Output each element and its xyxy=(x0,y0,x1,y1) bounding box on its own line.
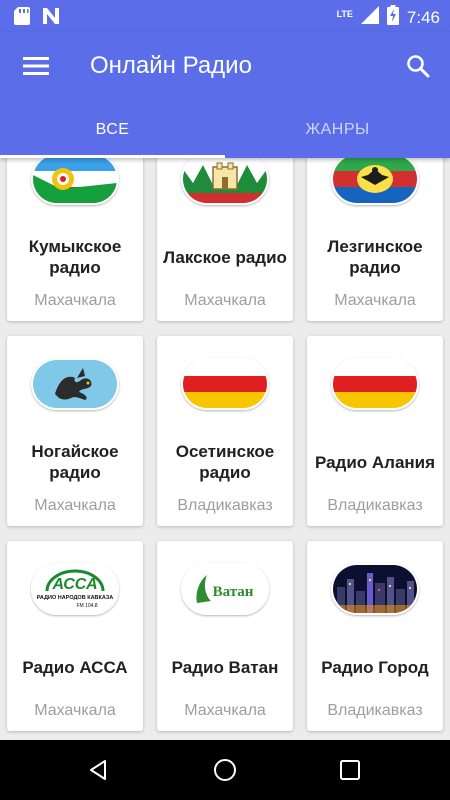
station-card[interactable]: Радио Алания Владикавказ xyxy=(307,336,443,526)
app-title: Онлайн Радио xyxy=(90,52,252,79)
station-city: Махачкала xyxy=(334,292,416,309)
station-city: Владикавказ xyxy=(327,702,423,719)
station-name: Радио Алания xyxy=(314,452,436,472)
station-city: Владикавказ xyxy=(327,497,423,514)
n-notification-icon xyxy=(42,7,60,30)
app-bar: Онлайн Радио ВСЕ ЖАНРЫ xyxy=(0,32,450,158)
station-city: Махачкала xyxy=(184,292,266,309)
search-icon[interactable] xyxy=(400,48,436,84)
assa-logo-text: АССА xyxy=(51,576,97,593)
station-city: Махачкала xyxy=(34,292,116,309)
ossetia-flag-logo xyxy=(181,358,269,410)
hamburger-menu-icon[interactable] xyxy=(18,48,54,84)
recents-icon[interactable] xyxy=(330,750,370,790)
back-icon[interactable] xyxy=(78,750,118,790)
station-name: Лезгинское радио xyxy=(327,237,423,277)
assa-logo-arc-text: РАДИО НАРОДОВ КАВКАЗА xyxy=(37,595,114,601)
home-icon[interactable] xyxy=(205,750,245,790)
vatan-logo-text: Ватан xyxy=(213,584,254,600)
station-name: Кумыкское радио xyxy=(28,237,122,277)
station-card[interactable]: Кумыкское радио Махачкала xyxy=(7,158,143,321)
status-bar: LTE 7:46 xyxy=(0,0,450,32)
tab-all[interactable]: ВСЕ xyxy=(0,108,225,158)
clock: 7:46 xyxy=(406,7,440,27)
station-card[interactable]: Радио Город Владикавказ xyxy=(307,541,443,731)
station-name: Радио АССА xyxy=(22,657,128,677)
tab-bar: ВСЕ ЖАНРЫ xyxy=(0,108,450,158)
vatan-logo: Ватан xyxy=(181,563,269,615)
station-card[interactable]: Лезгинское радио Махачкала xyxy=(307,158,443,321)
lak-emblem-logo xyxy=(181,158,269,205)
tab-indicator xyxy=(0,155,225,158)
station-name: Осетинское радио xyxy=(175,442,275,482)
sd-card-icon xyxy=(14,7,30,30)
station-card[interactable]: Лакское радио Махачкала xyxy=(157,158,293,321)
night-city-logo xyxy=(331,563,419,615)
station-city: Махачкала xyxy=(184,702,266,719)
station-city: Владикавказ xyxy=(177,497,273,514)
station-city: Махачкала xyxy=(34,702,116,719)
navigation-bar xyxy=(0,740,450,800)
kumyk-flag-logo xyxy=(31,158,119,205)
station-card[interactable]: Ногайское радио Махачкала xyxy=(7,336,143,526)
lte-signal-icon: LTE xyxy=(336,8,353,19)
station-name: Ногайское радио xyxy=(31,442,119,482)
signal-icon xyxy=(360,6,379,29)
station-grid: Кумыкское радио Махачкала Лакское радио … xyxy=(0,158,450,740)
station-city: Махачкала xyxy=(34,497,116,514)
battery-charging-icon xyxy=(386,5,399,30)
station-card[interactable]: АССА РАДИО НАРОДОВ КАВКАЗА FM 104.8 Радио … xyxy=(7,541,143,731)
lezgin-eagle-logo xyxy=(331,158,419,205)
nogai-dragon-logo xyxy=(31,358,119,410)
station-name: Радио Город xyxy=(321,657,429,677)
assa-logo: АССА РАДИО НАРОДОВ КАВКАЗА FM 104.8 xyxy=(31,563,119,615)
assa-logo-freq: FM 104.8 xyxy=(76,603,97,609)
station-card[interactable]: Осетинское радио Владикавказ xyxy=(157,336,293,526)
station-name: Радио Ватан xyxy=(171,657,279,677)
ossetia-flag-logo xyxy=(331,358,419,410)
station-card[interactable]: Ватан Радио Ватан Махачкала xyxy=(157,541,293,731)
station-name: Лакское радио xyxy=(163,247,287,267)
tab-genres[interactable]: ЖАНРЫ xyxy=(225,108,450,158)
